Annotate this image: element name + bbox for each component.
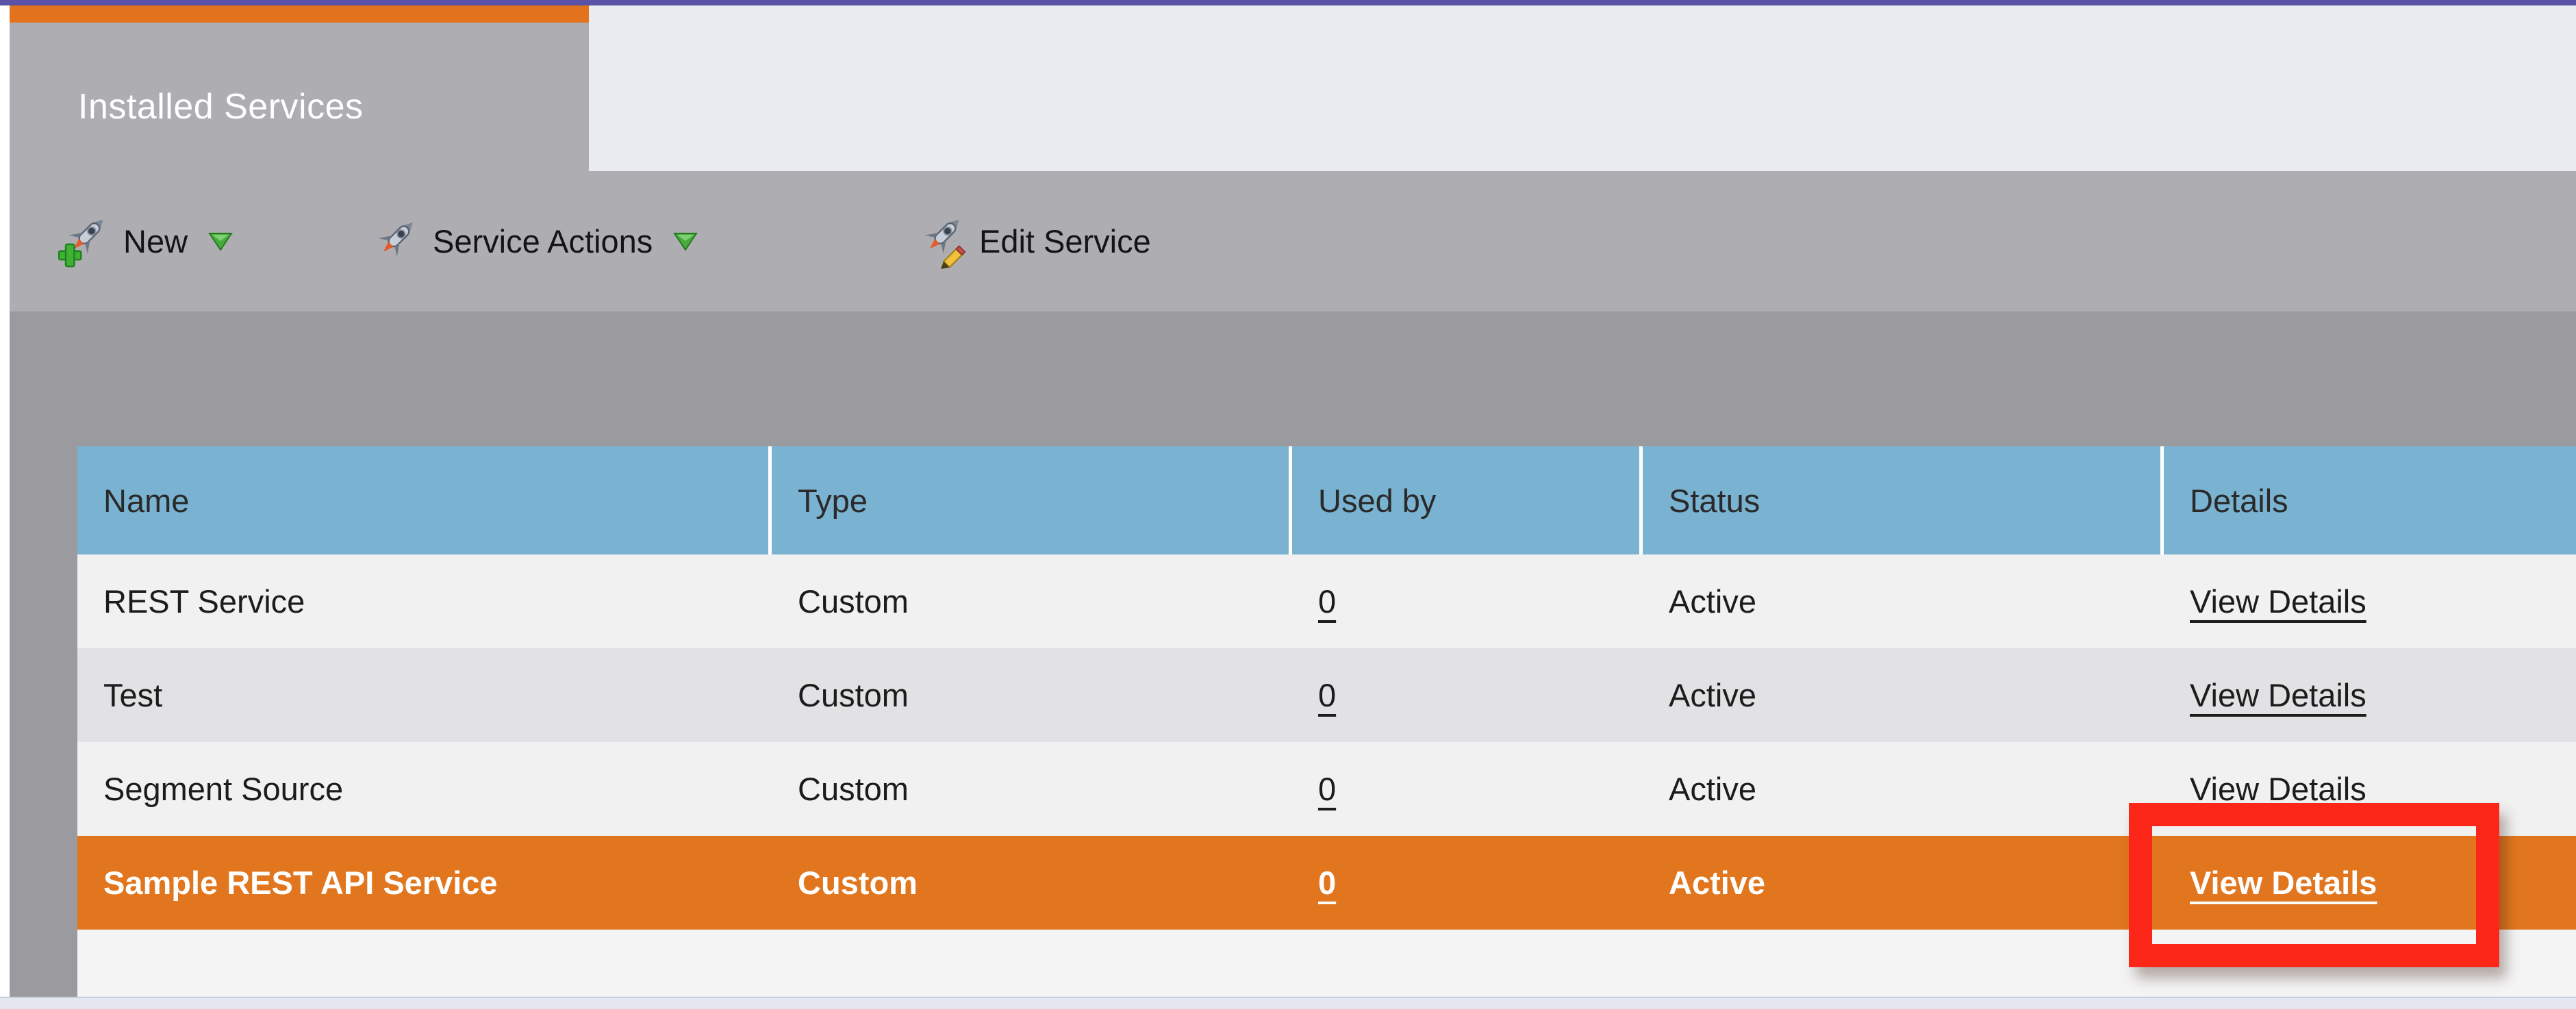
content-background-band xyxy=(10,311,2576,446)
column-header-status: Status xyxy=(1643,446,2164,554)
cell-name: Test xyxy=(103,677,163,713)
rocket-edit-icon xyxy=(913,212,972,271)
bottom-scrollbar-strip[interactable] xyxy=(0,997,2576,1009)
table-left-gutter xyxy=(10,446,77,997)
view-details-link[interactable]: View Details xyxy=(2190,770,2366,808)
top-accent-line xyxy=(0,0,2576,5)
column-header-details: Details xyxy=(2190,482,2288,519)
table-row-rest-service[interactable]: REST Service Custom 0 Active View Detail… xyxy=(77,554,2576,648)
view-details-link[interactable]: View Details xyxy=(2190,676,2366,714)
cell-name: Segment Source xyxy=(103,771,344,807)
cell-type: Custom xyxy=(798,771,909,807)
service-actions-button-label: Service Actions xyxy=(433,223,653,259)
red-highlight-box xyxy=(2129,803,2499,967)
used-by-link[interactable]: 0 xyxy=(1318,864,1336,902)
cell-name: REST Service xyxy=(103,583,305,620)
new-button[interactable]: New xyxy=(58,171,233,311)
rocket-actions-icon xyxy=(367,212,426,271)
column-header-type: Type xyxy=(772,446,1292,554)
column-header-name: Name xyxy=(77,446,772,554)
view-details-link[interactable]: View Details xyxy=(2190,583,2366,620)
new-button-label: New xyxy=(123,223,188,259)
active-tab-accent-bar xyxy=(10,5,589,23)
cell-type: Custom xyxy=(798,865,918,901)
rocket-new-icon xyxy=(58,212,116,271)
used-by-link[interactable]: 0 xyxy=(1318,676,1336,714)
tab-installed-services[interactable]: Installed Services xyxy=(10,23,589,171)
cell-status: Active xyxy=(1669,583,1756,620)
cell-status: Active xyxy=(1669,677,1756,713)
cell-name: Sample REST API Service xyxy=(103,865,498,901)
new-dropdown-icon[interactable] xyxy=(208,232,233,255)
used-by-link[interactable]: 0 xyxy=(1318,770,1336,808)
cell-type: Custom xyxy=(798,677,909,713)
edit-service-button[interactable]: Edit Service xyxy=(913,171,1151,311)
cell-type: Custom xyxy=(798,583,909,620)
service-actions-button[interactable]: Service Actions xyxy=(367,171,698,311)
cell-status: Active xyxy=(1669,771,1756,807)
app-window: Installed Services New Service Actions E… xyxy=(0,0,2576,1009)
edit-service-button-label: Edit Service xyxy=(979,223,1151,259)
header-background xyxy=(589,5,2576,171)
cell-status: Active xyxy=(1669,865,1766,901)
service-actions-dropdown-icon[interactable] xyxy=(673,232,698,255)
table-header-row: Name Type Used by Status Details xyxy=(77,446,2576,554)
column-header-used-by: Used by xyxy=(1292,446,1643,554)
page-title: Installed Services xyxy=(78,86,364,127)
table-row-test[interactable]: Test Custom 0 Active View Details xyxy=(77,648,2576,742)
toolbar: New Service Actions Edit Service xyxy=(10,171,2576,311)
used-by-link[interactable]: 0 xyxy=(1318,583,1336,620)
left-margin xyxy=(0,5,10,997)
